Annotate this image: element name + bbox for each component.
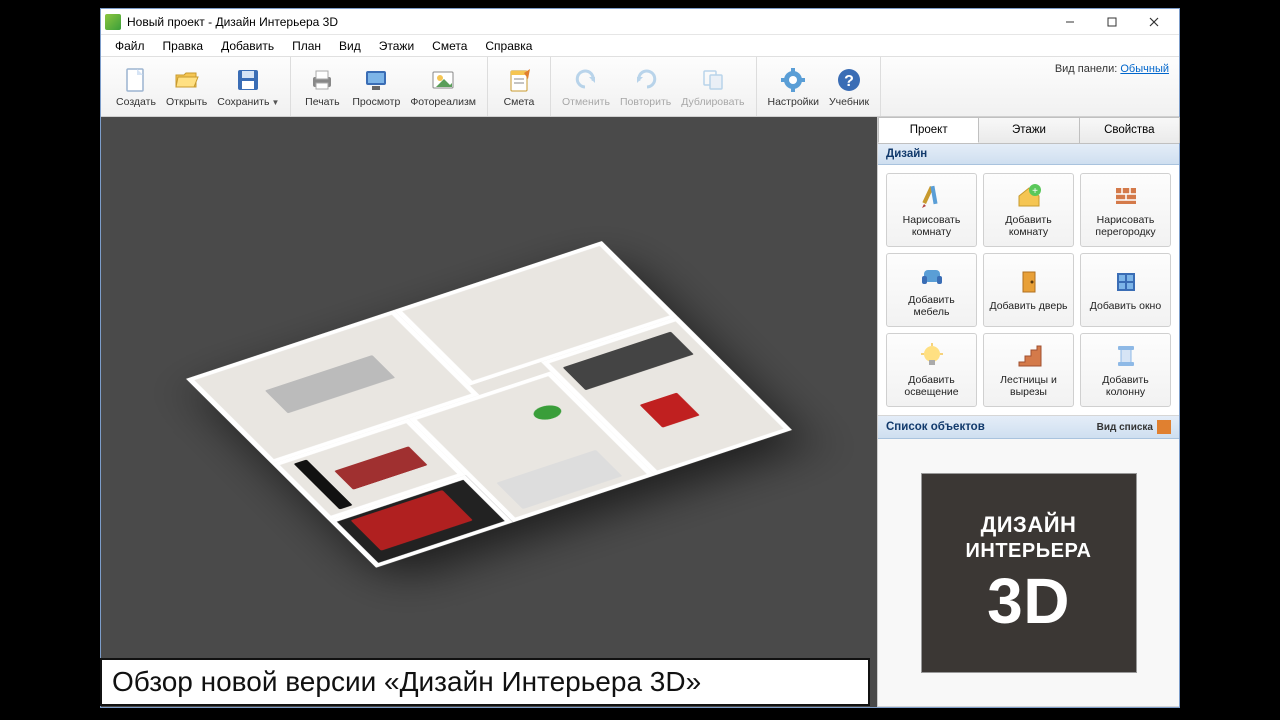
door-icon [1014, 267, 1044, 297]
brick-wall-icon [1111, 181, 1141, 211]
add-light-button[interactable]: Добавить освещение [886, 333, 977, 407]
list-view-toggle[interactable]: Вид списка [1097, 420, 1171, 434]
stairs-icon [1014, 341, 1044, 371]
stairs-button[interactable]: Лестницы и вырезы [983, 333, 1074, 407]
app-icon [105, 14, 121, 30]
draw-room-button[interactable]: Нарисовать комнату [886, 173, 977, 247]
workspace: Проект Этажи Свойства Дизайн Нарисовать … [101, 117, 1179, 707]
folder-open-icon [173, 66, 201, 94]
add-furniture-button[interactable]: Добавить мебель [886, 253, 977, 327]
notepad-icon [505, 66, 533, 94]
room-add-icon: + [1014, 181, 1044, 211]
list-icon [1157, 420, 1171, 434]
add-column-button[interactable]: Добавить колонну [1080, 333, 1171, 407]
menubar: Файл Правка Добавить План Вид Этажи Смет… [101, 35, 1179, 57]
add-door-button[interactable]: Добавить дверь [983, 253, 1074, 327]
print-button[interactable]: Печать [297, 60, 347, 114]
photoreal-button[interactable]: Фотореализм [405, 60, 481, 114]
armchair-icon [917, 261, 947, 291]
new-file-icon [122, 66, 150, 94]
redo-button[interactable]: Повторить [615, 60, 676, 114]
undo-button[interactable]: Отменить [557, 60, 615, 114]
open-button[interactable]: Открыть [161, 60, 212, 114]
object-list-body: ДИЗАЙН ИНТЕРЬЕРА 3D [878, 439, 1179, 706]
svg-text:?: ? [844, 73, 854, 90]
sidebar-tabs: Проект Этажи Свойства [878, 117, 1179, 144]
design-section: Дизайн Нарисовать комнату + Добавить ком… [878, 144, 1179, 416]
tab-floors[interactable]: Этажи [978, 117, 1079, 143]
titlebar: Новый проект - Дизайн Интерьера 3D [101, 9, 1179, 35]
menu-edit[interactable]: Правка [155, 37, 212, 55]
panel-mode: Вид панели: Обычный [1055, 63, 1169, 75]
window-controls [1049, 10, 1175, 34]
design-grid: Нарисовать комнату + Добавить комнату На… [878, 165, 1179, 415]
add-window-button[interactable]: Добавить окно [1080, 253, 1171, 327]
view-button[interactable]: Просмотр [347, 60, 405, 114]
objects-section: Список объектов Вид списка ДИЗАЙН ИНТЕРЬ… [878, 416, 1179, 707]
panel-mode-link[interactable]: Обычный [1120, 63, 1169, 75]
minimize-button[interactable] [1049, 10, 1091, 34]
menu-floors[interactable]: Этажи [371, 37, 422, 55]
menu-plan[interactable]: План [284, 37, 329, 55]
maximize-button[interactable] [1091, 10, 1133, 34]
draw-partition-button[interactable]: Нарисовать перегородку [1080, 173, 1171, 247]
menu-add[interactable]: Добавить [213, 37, 282, 55]
close-icon [1149, 17, 1159, 27]
save-icon [234, 66, 262, 94]
estimate-button[interactable]: Смета [494, 60, 544, 114]
canvas-3d-view[interactable] [101, 117, 877, 707]
help-icon: ? [835, 66, 863, 94]
redo-icon [632, 66, 660, 94]
duplicate-button[interactable]: Дублировать [676, 60, 749, 114]
design-header: Дизайн [878, 144, 1179, 165]
chevron-down-icon: ▼ [271, 98, 279, 107]
promo-banner: ДИЗАЙН ИНТЕРЬЕРА 3D [921, 473, 1137, 673]
tutorial-button[interactable]: ? Учебник [824, 60, 874, 114]
tab-project[interactable]: Проект [878, 117, 979, 143]
window-icon [1111, 267, 1141, 297]
photo-icon [429, 66, 457, 94]
add-room-button[interactable]: + Добавить комнату [983, 173, 1074, 247]
settings-button[interactable]: Настройки [763, 60, 825, 114]
brush-icon [917, 181, 947, 211]
floorplan-render [186, 241, 792, 567]
printer-icon [308, 66, 336, 94]
sidebar: Проект Этажи Свойства Дизайн Нарисовать … [877, 117, 1179, 707]
svg-text:+: + [1032, 186, 1038, 197]
column-icon [1111, 341, 1141, 371]
undo-icon [572, 66, 600, 94]
save-button[interactable]: Сохранить▼ [212, 60, 284, 114]
monitor-icon [362, 66, 390, 94]
create-button[interactable]: Создать [111, 60, 161, 114]
video-caption: Обзор новой версии «Дизайн Интерьера 3D» [100, 658, 870, 706]
maximize-icon [1107, 17, 1117, 27]
gear-icon [779, 66, 807, 94]
duplicate-icon [699, 66, 727, 94]
close-button[interactable] [1133, 10, 1175, 34]
app-window: Новый проект - Дизайн Интерьера 3D Файл … [100, 8, 1180, 708]
tab-properties[interactable]: Свойства [1079, 117, 1180, 143]
menu-view[interactable]: Вид [331, 37, 369, 55]
minimize-icon [1065, 17, 1075, 27]
menu-file[interactable]: Файл [107, 37, 153, 55]
toolbar: Создать Открыть Сохранить▼ Печать Просмо… [101, 57, 1179, 117]
menu-help[interactable]: Справка [477, 37, 540, 55]
menu-estimate[interactable]: Смета [424, 37, 475, 55]
objects-header: Список объектов Вид списка [878, 416, 1179, 439]
window-title: Новый проект - Дизайн Интерьера 3D [127, 15, 1049, 29]
lightbulb-icon [917, 341, 947, 371]
